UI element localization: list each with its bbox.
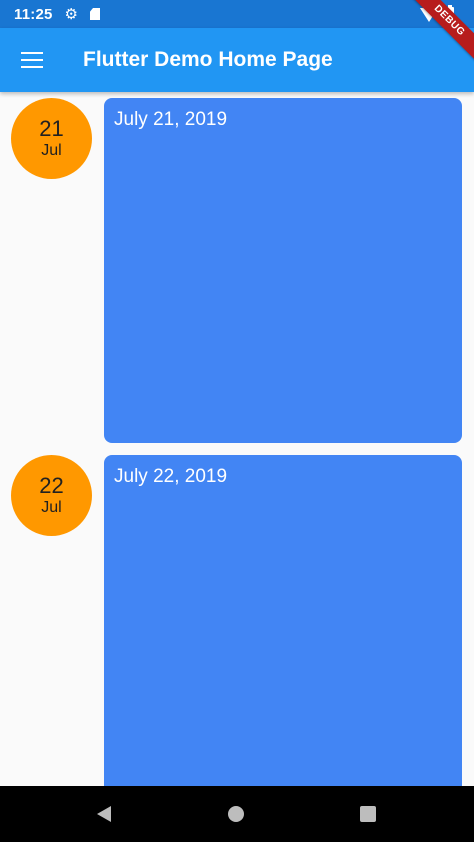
gear-icon: ⚙ bbox=[64, 5, 78, 23]
entry-card[interactable]: July 21, 2019 bbox=[104, 98, 462, 443]
timeline-entry: 22 Jul July 22, 2019 bbox=[0, 455, 474, 786]
entry-card-date: July 21, 2019 bbox=[114, 109, 228, 130]
entry-card[interactable]: July 22, 2019 bbox=[104, 455, 462, 786]
timeline-list[interactable]: 21 Jul July 21, 2019 22 Jul July 22, 201… bbox=[0, 92, 474, 786]
entry-card-date: July 22, 2019 bbox=[114, 466, 228, 487]
status-time: 11:25 bbox=[14, 5, 53, 23]
timeline-entry: 21 Jul July 21, 2019 bbox=[0, 98, 474, 443]
date-circle[interactable]: 22 Jul bbox=[11, 455, 92, 536]
page-title: Flutter Demo Home Page bbox=[83, 48, 333, 71]
date-circle[interactable]: 21 Jul bbox=[11, 98, 92, 179]
date-day: 21 bbox=[39, 115, 64, 141]
system-nav-bar bbox=[0, 786, 474, 842]
date-month: Jul bbox=[41, 141, 62, 159]
phone-screen: 11:25 ⚙ DEBUG Flutter Demo Home Page 21 … bbox=[0, 0, 474, 842]
hamburger-menu-icon bbox=[21, 52, 43, 68]
date-day: 22 bbox=[39, 472, 64, 498]
menu-button[interactable] bbox=[0, 28, 64, 92]
app-bar: Flutter Demo Home Page bbox=[0, 28, 474, 92]
home-icon[interactable] bbox=[228, 806, 244, 822]
recents-icon[interactable] bbox=[360, 806, 376, 822]
date-month: Jul bbox=[41, 498, 62, 516]
sd-card-icon bbox=[90, 8, 100, 20]
status-bar: 11:25 ⚙ bbox=[0, 0, 474, 28]
back-icon[interactable] bbox=[97, 806, 111, 822]
